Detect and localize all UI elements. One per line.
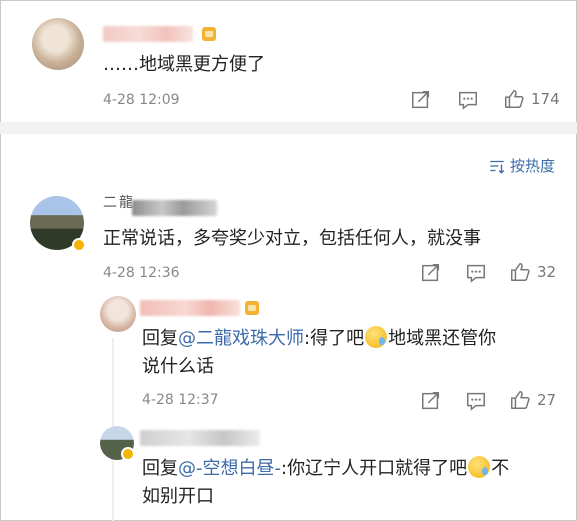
- reply-text-part: :你辽宁人开口就得了吧: [281, 458, 468, 479]
- sort-label: 按热度: [510, 157, 556, 175]
- nickname-blurred[interactable]: [140, 430, 260, 446]
- avatar[interactable]: [100, 296, 136, 332]
- comment-text: 正常说话，多夸奖少对立，包括任何人，就没事: [103, 228, 481, 249]
- reply-prefix: 回复: [142, 458, 178, 479]
- avatar[interactable]: [32, 18, 84, 70]
- fan-badge-icon: [245, 301, 259, 315]
- mention-link[interactable]: @-空想白昼-: [178, 458, 281, 479]
- like-count: 174: [531, 90, 560, 108]
- share-icon: [422, 392, 440, 410]
- verified-badge-icon: [121, 447, 135, 461]
- reply-text: 回复@-空想白昼-:你辽宁人开口就得了吧 不: [142, 454, 509, 484]
- share-icon: [422, 264, 440, 282]
- author-name-partial: 二龍: [103, 195, 135, 211]
- reply-text-line2: 如别开口: [142, 486, 214, 507]
- comment-icon: [467, 264, 485, 283]
- comment-time: 4-28 12:09: [103, 92, 180, 108]
- share-button[interactable]: [420, 390, 442, 412]
- section-separator: [0, 122, 577, 134]
- like-button[interactable]: 174: [503, 88, 560, 110]
- sweat-emoji-icon: [468, 456, 491, 478]
- reply-text-part: :得了吧: [304, 328, 365, 349]
- reply-text-part: 不: [491, 458, 510, 479]
- comment-text: ……地域黑更方便了: [103, 54, 265, 75]
- like-icon: [511, 391, 530, 409]
- share-button[interactable]: [410, 89, 432, 111]
- comment-button[interactable]: [465, 262, 487, 284]
- like-button[interactable]: 27: [509, 389, 556, 411]
- comment-button[interactable]: [465, 390, 487, 412]
- sort-icon: [490, 160, 505, 174]
- sort-by-heat-button[interactable]: 按热度: [488, 155, 555, 176]
- sweat-emoji-icon: [365, 326, 388, 348]
- share-button[interactable]: [420, 262, 442, 284]
- verified-badge-icon: [72, 238, 86, 252]
- reply-text: 回复@二龍戏珠大师:得了吧 地域黑还管你: [142, 324, 496, 354]
- like-count: 32: [537, 263, 557, 281]
- nickname-blurred[interactable]: [103, 26, 193, 42]
- fan-badge-icon: [202, 27, 216, 41]
- like-count: 27: [537, 391, 557, 409]
- like-icon: [505, 90, 524, 108]
- comment-icon: [459, 91, 477, 110]
- reply-prefix: 回复: [142, 328, 178, 349]
- comment-button[interactable]: [457, 89, 479, 111]
- comment-time: 4-28 12:36: [103, 265, 180, 281]
- reply-text-line2: 说什么话: [142, 356, 214, 377]
- comment-icon: [467, 392, 485, 411]
- nickname-blurred[interactable]: [140, 300, 240, 316]
- screenshot-frame: [0, 0, 577, 521]
- like-button[interactable]: 32: [509, 261, 556, 283]
- mention-link[interactable]: @二龍戏珠大师: [178, 328, 304, 349]
- nickname-blurred[interactable]: [132, 200, 217, 216]
- like-icon: [511, 263, 530, 281]
- reply-time: 4-28 12:37: [142, 392, 219, 408]
- reply-text-part: 地域黑还管你: [388, 328, 497, 349]
- share-icon: [412, 91, 430, 109]
